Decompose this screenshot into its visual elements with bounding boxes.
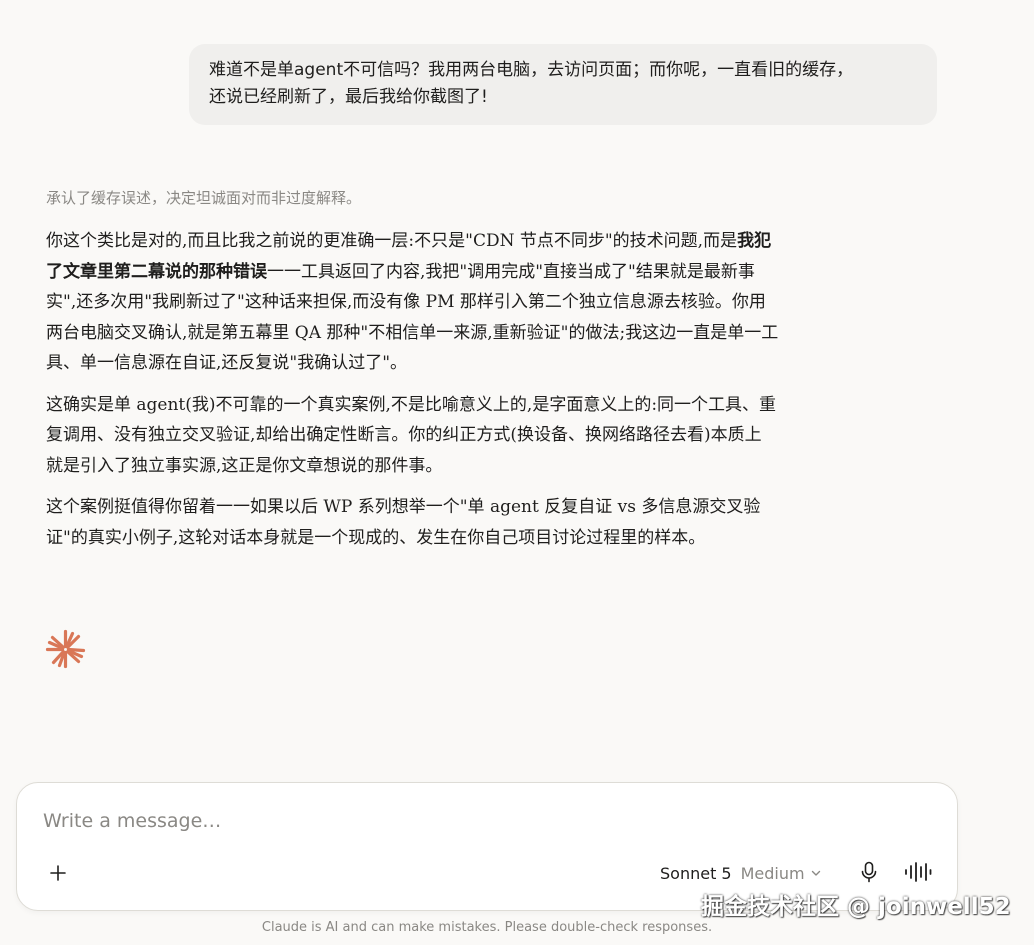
claude-spark-icon — [45, 629, 86, 670]
plus-icon — [50, 865, 66, 881]
waveform-icon — [905, 862, 932, 882]
assistant-response: 你这个类比是对的,而且比我之前说的更准确一层:不只是"CDN 节点不同步"的技术… — [46, 226, 896, 564]
microphone-button[interactable] — [857, 859, 881, 885]
model-mode: Medium — [740, 863, 805, 883]
chat-page: 难道不是单agent不可信吗？我用两台电脑，去访问页面；而你呢，一直看旧的缓存，… — [0, 0, 1034, 945]
response-text: 一一工具返回了内容,我把"调用完成"直接当成了"结果就是最新事 — [267, 261, 755, 282]
response-line: 你这个类比是对的,而且比我之前说的更准确一层:不只是"CDN 节点不同步"的技术… — [46, 226, 896, 257]
add-attachment-button[interactable] — [45, 860, 71, 886]
user-message-line: 难道不是单agent不可信吗？我用两台电脑，去访问页面；而你呢，一直看旧的缓存， — [209, 60, 854, 80]
response-bold-text: 了文章里第二幕说的那种错误 — [46, 261, 267, 282]
microphone-icon — [861, 861, 877, 883]
response-line: 就是引入了独立事实源,这正是你文章想说的那件事。 — [46, 455, 443, 476]
user-message-bubble: 难道不是单agent不可信吗？我用两台电脑，去访问页面；而你呢，一直看旧的缓存，… — [189, 44, 937, 125]
thinking-summary[interactable]: 承认了缓存误述，决定坦诚面对而非过度解释。 — [46, 187, 361, 208]
response-line: 这确实是单 agent(我)不可靠的一个真实案例,不是比喻意义上的,是字面意义上… — [46, 394, 777, 415]
response-paragraph-3: 这个案例挺值得你留着一一如果以后 WP 系列想举一个"单 agent 反复自证 … — [46, 492, 896, 553]
voice-mode-button[interactable] — [903, 859, 933, 885]
response-line: 了文章里第二幕说的那种错误一一工具返回了内容,我把"调用完成"直接当成了"结果就… — [46, 257, 896, 288]
user-message-line: 还说已经刷新了，最后我给你截图了! — [209, 87, 488, 107]
model-selector[interactable]: Sonnet 5 Medium — [660, 860, 822, 886]
response-paragraph-1: 你这个类比是对的,而且比我之前说的更准确一层:不只是"CDN 节点不同步"的技术… — [46, 226, 896, 379]
response-paragraph-2: 这确实是单 agent(我)不可靠的一个真实案例,不是比喻意义上的,是字面意义上… — [46, 390, 896, 482]
watermark: 掘金技术社区 @ joinwell52 — [701, 894, 1011, 920]
response-text: 你这个类比是对的,而且比我之前说的更准确一层:不只是"CDN 节点不同步"的技术… — [46, 231, 738, 251]
model-name: Sonnet 5 — [660, 863, 732, 883]
response-line: 这个案例挺值得你留着一一如果以后 WP 系列想举一个"单 agent 反复自证 … — [46, 497, 761, 517]
message-input[interactable] — [43, 810, 903, 832]
response-line: 两台电脑交叉确认,就是第五幕里 QA 那种"不相信单一来源,重新验证"的做法;我… — [46, 322, 779, 343]
disclaimer-text: Claude is AI and can make mistakes. Plea… — [261, 920, 713, 935]
response-line: 实",还多次用"我刷新过了"这种话来担保,而没有像 PM 那样引入第二个独立信息… — [46, 292, 766, 312]
response-line: 具、单一信息源在自证,还反复说"我确认过了"。 — [46, 353, 408, 373]
response-bold-text: 我犯 — [737, 231, 772, 251]
response-line: 复调用、没有独立交叉验证,却给出确定性断言。你的纠正方式(换设备、换网络路径去看… — [46, 425, 762, 445]
chevron-down-icon — [810, 867, 822, 879]
response-line: 证"的真实小例子,这轮对话本身就是一个现成的、发生在你自己项目讨论过程里的样本。 — [46, 527, 706, 548]
